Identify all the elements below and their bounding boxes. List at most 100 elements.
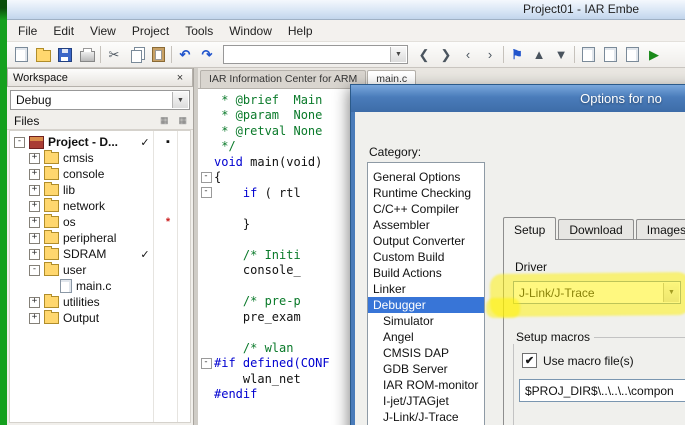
tree-item-utilities[interactable]: + utilities xyxy=(10,294,190,310)
fold-toggle-icon[interactable]: - xyxy=(200,357,212,369)
category-simulator[interactable]: Simulator xyxy=(368,313,484,329)
compile-button[interactable] xyxy=(578,45,598,65)
download-and-debug-button[interactable]: ▶ xyxy=(644,45,664,65)
dropdown-arrow-icon[interactable]: ▼ xyxy=(390,47,406,62)
find-next-button[interactable]: ❯ xyxy=(436,45,456,65)
fold-gutter xyxy=(198,342,214,353)
tree-item-user[interactable]: - user xyxy=(10,262,190,278)
category-ijet-jtagjet[interactable]: I-jet/JTAGjet xyxy=(368,393,484,409)
copy-button[interactable] xyxy=(126,45,146,65)
expand-toggle-icon[interactable]: + xyxy=(29,296,40,308)
category-linker[interactable]: Linker xyxy=(368,281,484,297)
fold-gutter: - xyxy=(198,171,214,183)
previous-bookmark-button[interactable]: ▲ xyxy=(529,45,549,65)
category-runtime-checking[interactable]: Runtime Checking xyxy=(368,185,484,201)
expand-toggle-icon[interactable]: + xyxy=(29,248,40,260)
expand-toggle-icon[interactable]: + xyxy=(29,216,40,228)
code-text: console_ xyxy=(214,263,301,278)
category-output-converter[interactable]: Output Converter xyxy=(368,233,484,249)
setup-macros-label: Setup macros xyxy=(512,330,595,344)
code-text: if xyxy=(214,185,258,200)
cut-button[interactable]: ✂ xyxy=(104,45,124,65)
files-column-icon-2: ▦ xyxy=(178,115,187,125)
code-text: * @param None xyxy=(214,108,323,123)
tree-item-network[interactable]: + network xyxy=(10,198,190,214)
tree-item-icon xyxy=(44,198,59,212)
category-general-options[interactable]: General Options xyxy=(368,169,484,185)
code-text: } xyxy=(214,216,251,231)
tab-download[interactable]: Download xyxy=(558,219,634,240)
category-iar-rom-monitor[interactable]: IAR ROM-monitor xyxy=(368,377,484,393)
tree-item-cmsis[interactable]: + cmsis xyxy=(10,150,190,166)
expand-toggle-icon[interactable]: - xyxy=(29,264,40,276)
navigate-forward-button[interactable]: › xyxy=(480,45,500,65)
copy-icon xyxy=(130,49,142,63)
configuration-dropdown[interactable]: Debug ▼ xyxy=(10,90,190,110)
next-bookmark-button[interactable]: ▼ xyxy=(551,45,571,65)
expand-toggle-icon[interactable]: + xyxy=(29,200,40,212)
category-build-actions[interactable]: Build Actions xyxy=(368,265,484,281)
bookmark-toggle-button[interactable]: ⚑ xyxy=(507,45,527,65)
category-custom-build[interactable]: Custom Build xyxy=(368,249,484,265)
redo-button[interactable]: ↷ xyxy=(197,45,217,65)
find-previous-button[interactable]: ❮ xyxy=(414,45,434,65)
paste-button[interactable] xyxy=(148,45,168,65)
undo-button[interactable]: ↶ xyxy=(175,45,195,65)
tree-item-sdram[interactable]: + SDRAM ✓ xyxy=(10,246,190,262)
stop-build-button[interactable] xyxy=(622,45,642,65)
tree-item-console[interactable]: + console xyxy=(10,166,190,182)
workspace-file-tree: - Project - D... ✓ ▪ + cmsis + console +… xyxy=(9,130,191,423)
tab-images[interactable]: Images xyxy=(635,219,685,240)
tree-item-main-c[interactable]: main.c xyxy=(10,278,190,294)
navigate-backward-icon: ‹ xyxy=(465,47,471,62)
tree-item-output[interactable]: + Output xyxy=(10,310,190,326)
print-button[interactable] xyxy=(77,45,97,65)
workspace-panel-header[interactable]: Workspace × xyxy=(7,68,193,87)
tree-item-lib[interactable]: + lib xyxy=(10,182,190,198)
find-combobox[interactable]: ▼ xyxy=(223,45,408,64)
fold-toggle-icon[interactable]: - xyxy=(200,171,212,183)
use-macro-checkbox[interactable]: ✔ Use macro file(s) xyxy=(522,353,634,368)
menu-view[interactable]: View xyxy=(82,22,124,40)
menu-help[interactable]: Help xyxy=(280,22,321,40)
expand-toggle-icon[interactable]: + xyxy=(29,232,40,244)
category-debugger[interactable]: Debugger xyxy=(368,297,484,313)
window-title-bar[interactable]: Project01 - IAR Embe xyxy=(7,0,685,20)
dropdown-arrow-icon[interactable]: ▼ xyxy=(172,92,188,108)
tab-info-center[interactable]: IAR Information Center for ARM xyxy=(200,70,367,88)
make-button[interactable] xyxy=(600,45,620,65)
menu-project[interactable]: Project xyxy=(124,22,177,40)
fold-toggle-icon[interactable]: - xyxy=(200,187,212,199)
navigate-backward-button[interactable]: ‹ xyxy=(458,45,478,65)
macro-file-path-input[interactable]: $PROJ_DIR$\..\..\..\compon xyxy=(519,379,685,402)
new-file-button[interactable] xyxy=(11,45,31,65)
category-jlink-jtrace[interactable]: J-Link/J-Trace xyxy=(368,409,484,425)
tree-item-project[interactable]: - Project - D... ✓ ▪ xyxy=(10,134,190,150)
menu-file[interactable]: File xyxy=(10,22,45,40)
tab-setup[interactable]: Setup xyxy=(503,217,557,240)
save-button[interactable] xyxy=(55,45,75,65)
open-file-button[interactable] xyxy=(33,45,53,65)
menu-edit[interactable]: Edit xyxy=(45,22,82,40)
dropdown-arrow-icon[interactable]: ▼ xyxy=(663,283,679,302)
expand-toggle-icon[interactable]: + xyxy=(29,168,40,180)
tree-item-peripheral[interactable]: + peripheral xyxy=(10,230,190,246)
redo-icon: ↷ xyxy=(201,46,213,62)
expand-toggle-icon[interactable]: + xyxy=(29,312,40,324)
dialog-title-bar[interactable]: Options for no xyxy=(351,85,685,112)
category-gdb-server[interactable]: GDB Server xyxy=(368,361,484,377)
menu-window[interactable]: Window xyxy=(221,22,280,40)
category-cmsis-dap[interactable]: CMSIS DAP xyxy=(368,345,484,361)
files-column-icon-1: ▦ xyxy=(159,115,169,125)
close-icon[interactable]: × xyxy=(173,72,187,84)
toolbar-separator xyxy=(100,46,101,63)
driver-dropdown[interactable]: J-Link/J-Trace ▼ xyxy=(513,281,681,304)
expand-toggle-icon[interactable]: - xyxy=(14,136,25,148)
menu-tools[interactable]: Tools xyxy=(177,22,221,40)
expand-toggle-icon[interactable]: + xyxy=(29,152,40,164)
category-c-cpp-compiler[interactable]: C/C++ Compiler xyxy=(368,201,484,217)
category-angel[interactable]: Angel xyxy=(368,329,484,345)
tree-item-os[interactable]: + os * xyxy=(10,214,190,230)
expand-toggle-icon[interactable]: + xyxy=(29,184,40,196)
category-assembler[interactable]: Assembler xyxy=(368,217,484,233)
